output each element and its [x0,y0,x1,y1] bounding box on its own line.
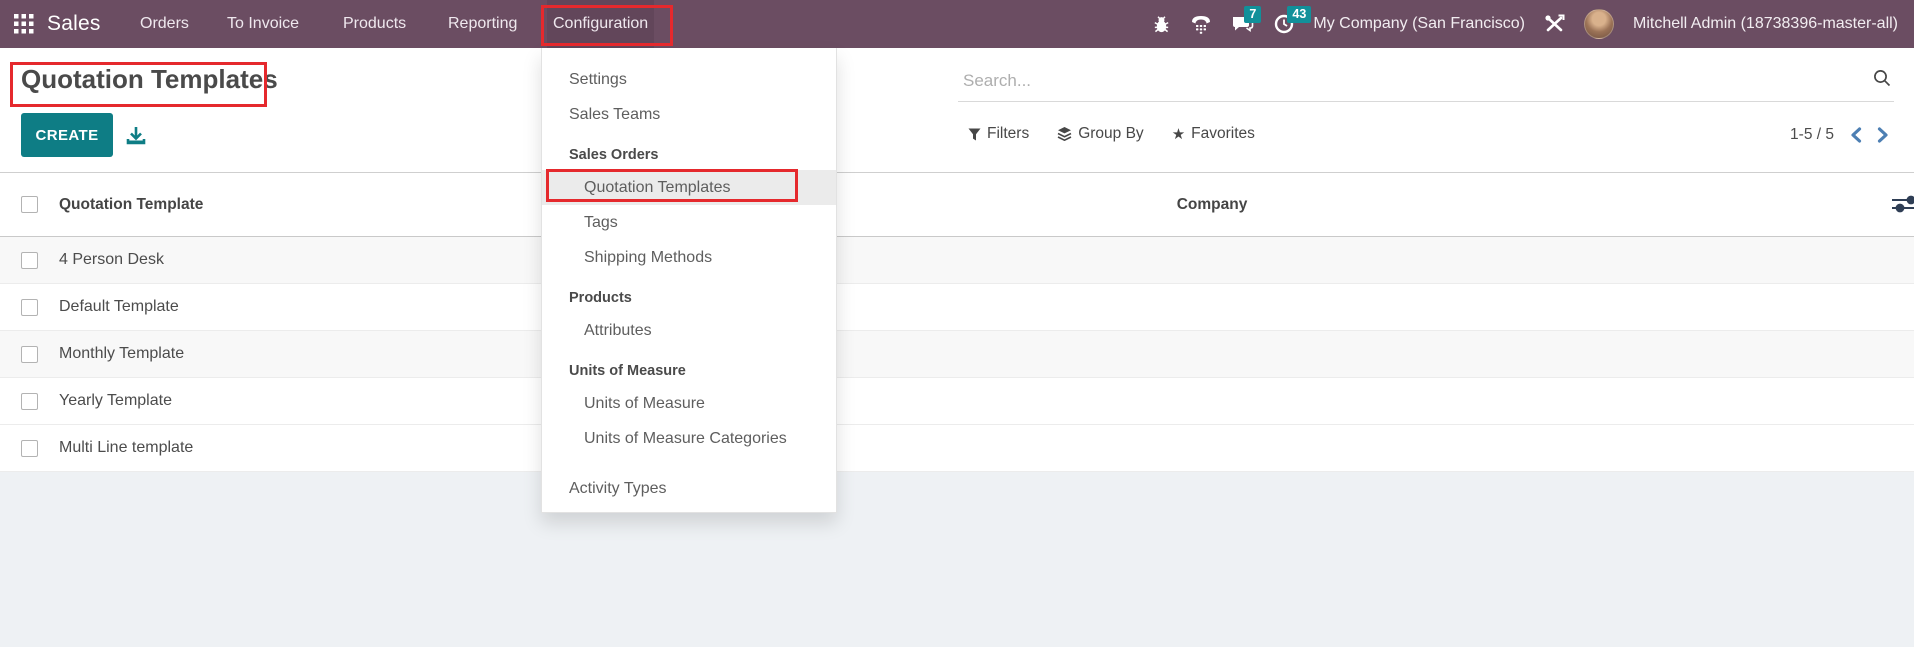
company-switcher[interactable]: My Company (San Francisco) [1313,15,1525,33]
search-input[interactable] [958,60,1894,102]
favorites-label: Favorites [1191,125,1255,142]
dropdown-item-units-of-measure-categories[interactable]: Units of Measure Categories [542,421,836,456]
dropdown-item-quotation-templates[interactable]: Quotation Templates [542,170,836,205]
messages-icon[interactable]: 7 [1231,6,1262,34]
nav-item-orders[interactable]: Orders [134,0,195,48]
row-checkbox[interactable] [21,345,38,363]
activities-badge: 43 [1287,6,1312,23]
dropdown-item-sales-teams[interactable]: Sales Teams [542,97,836,132]
table-row[interactable]: Default Template [0,284,1914,331]
debug-tools-icon[interactable] [1544,14,1565,34]
pager-next-icon[interactable] [1877,127,1890,143]
pager-range: 1-5 / 5 [1790,126,1834,143]
bug-icon-svg [1154,15,1169,32]
row-check-cell [0,251,40,269]
dropdown-section-sales-orders: Sales Orders [569,147,659,163]
control-panel: Quotation Templates CREATE Filters [0,48,1914,172]
nav-menu: Orders To Invoice Products Reporting Con… [0,0,1100,48]
pager-previous-svg [1851,127,1862,143]
row-check-cell [0,439,40,457]
filter-bar: Filters Group By ★ Favorites [968,121,1255,147]
column-header-quotation-template[interactable]: Quotation Template [40,196,510,214]
search-icon[interactable] [1872,68,1892,93]
favorites-star-icon: ★ [1171,125,1186,143]
row-check-cell [0,392,40,410]
dropdown-item-units-of-measure[interactable]: Units of Measure [542,386,836,421]
row-name: Monthly Template [59,345,185,362]
list-header: Quotation Template Company [0,172,1914,237]
debug-tools-icon-svg [1545,14,1565,32]
dropdown-section-units-of-measure: Units of Measure [569,363,686,379]
nav-item-to-invoice[interactable]: To Invoice [221,0,305,48]
group-by-label: Group By [1078,125,1144,142]
select-all-cell [0,196,40,213]
voip-phone-icon-svg [1192,16,1211,34]
row-check-cell [0,345,40,363]
dropdown-item-settings[interactable]: Settings [542,62,836,97]
select-all-checkbox[interactable] [21,196,38,213]
export-download-icon[interactable] [122,123,150,151]
row-checkbox[interactable] [21,439,38,457]
dropdown-item-tags[interactable]: Tags [542,205,836,240]
user-menu[interactable]: Mitchell Admin (18738396-master-all) [1633,15,1898,33]
nav-item-reporting[interactable]: Reporting [442,0,523,48]
dropdown-item-activity-types[interactable]: Activity Types [542,471,836,506]
row-checkbox[interactable] [21,392,38,410]
row-checkbox[interactable] [21,298,38,316]
row-checkbox[interactable] [21,251,38,269]
dropdown-section-products: Products [569,290,632,306]
search-icon-svg [1874,70,1891,87]
row-name: Yearly Template [59,392,172,409]
table-row[interactable]: 4 Person Desk [0,237,1914,284]
dropdown-item-attributes[interactable]: Attributes [542,313,836,348]
row-check-cell [0,298,40,316]
dropdown-item-shipping-methods[interactable]: Shipping Methods [542,240,836,275]
avatar[interactable] [1584,9,1614,39]
pager-next-svg [1877,127,1888,143]
optional-columns-svg [1892,195,1914,213]
nav-right: 7 43 My Company (San Francisco) Mitchell… [1152,6,1914,39]
messages-badge: 7 [1244,6,1262,23]
favorites-button[interactable]: ★ Favorites [1172,125,1255,143]
row-name: 4 Person Desk [59,251,164,268]
filters-button[interactable]: Filters [968,125,1029,143]
group-by-layers-icon [1057,127,1072,141]
search-area [958,48,1894,108]
row-name: Default Template [59,298,179,315]
bug-icon[interactable] [1152,15,1171,34]
page-title: Quotation Templates [21,64,278,94]
row-name: Multi Line template [59,439,194,456]
filters-label: Filters [987,125,1030,142]
voip-phone-icon[interactable] [1190,14,1212,34]
nav-item-products[interactable]: Products [337,0,412,48]
table-row[interactable]: Monthly Template [0,331,1914,378]
optional-columns-icon[interactable] [1891,195,1914,216]
nav-item-configuration[interactable]: Configuration [547,0,655,48]
filter-funnel-icon [968,128,981,140]
pager-previous-icon[interactable] [1849,127,1862,143]
pager: 1-5 / 5 [1790,123,1890,147]
configuration-dropdown: Settings Sales Teams Sales Orders Quotat… [541,48,837,513]
empty-area [0,472,1914,647]
create-button[interactable]: CREATE [21,113,113,157]
list-view: Quotation Template Company 4 Person Desk… [0,172,1914,647]
group-by-button[interactable]: Group By [1057,125,1144,143]
table-row[interactable]: Yearly Template [0,378,1914,425]
download-icon-svg [126,126,146,144]
table-row[interactable]: Multi Line template [0,425,1914,472]
top-nav: Sales Orders To Invoice Products Reporti… [0,0,1914,48]
activities-clock-icon[interactable]: 43 [1274,6,1312,34]
